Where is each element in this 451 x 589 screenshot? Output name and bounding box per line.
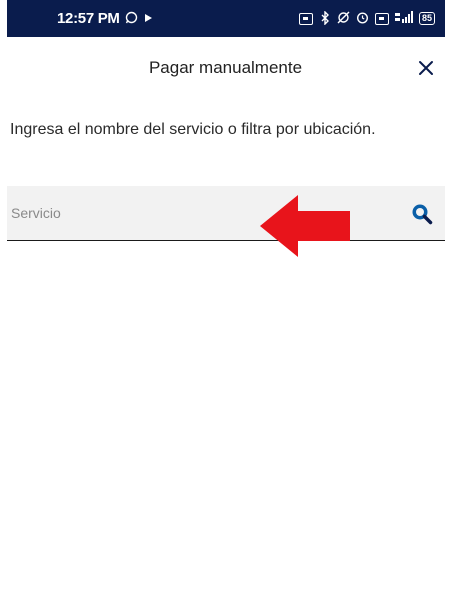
status-bar: 12:57 PM 85 (7, 0, 445, 37)
annotation-arrow-icon (260, 195, 350, 257)
screen-icon (298, 12, 313, 25)
page-title: Pagar manualmente (148, 58, 303, 77)
bluetooth-icon (319, 9, 331, 27)
search-icon (412, 204, 433, 225)
search-button[interactable] (411, 203, 433, 225)
battery-icon: 85 (418, 12, 435, 25)
nfc-icon (374, 12, 389, 25)
close-icon (419, 61, 433, 75)
play-icon (143, 13, 153, 25)
close-button[interactable] (413, 55, 439, 81)
status-time: 12:57 PM (57, 10, 120, 27)
alarm-icon (356, 11, 369, 26)
instructions-text: Ingresa el nombre del servicio o filtra … (10, 121, 376, 138)
status-right: 85 (298, 0, 435, 37)
search-field[interactable] (7, 186, 445, 241)
location-off-icon (337, 11, 350, 26)
whatsapp-icon (125, 11, 138, 26)
signal-icon (394, 11, 413, 26)
status-left: 12:57 PM (57, 0, 153, 37)
header: Pagar manualmente (0, 37, 451, 101)
